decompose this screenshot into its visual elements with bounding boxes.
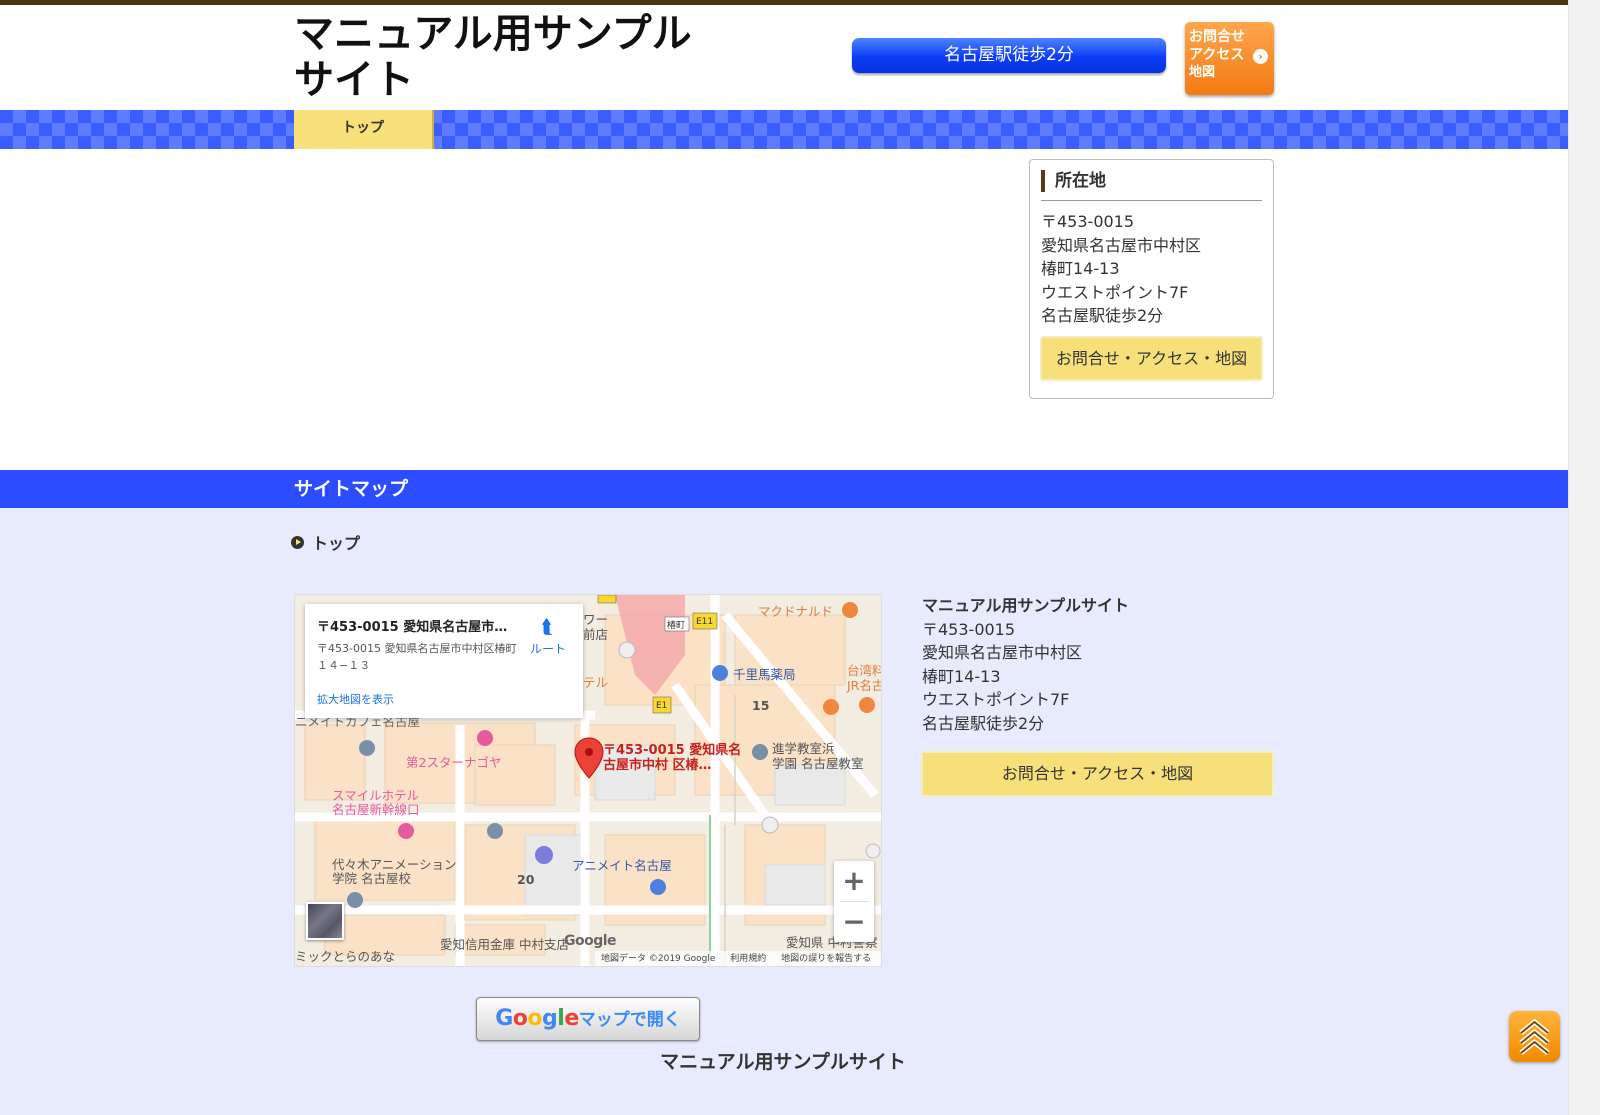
sidebar-building: ウエストポイント7F: [1041, 282, 1189, 302]
map-label-school2: 学園 名古屋教室: [772, 756, 864, 771]
footer-building: ウエストポイント7F: [922, 690, 1070, 709]
google-wordmark: Google: [495, 1006, 579, 1031]
page-top-button[interactable]: [1509, 1011, 1560, 1062]
map-label-animate: アニメイト名古屋: [572, 858, 672, 873]
double-chevron-up-icon: [1519, 1019, 1550, 1055]
sidebar-contact-button[interactable]: お問合せ・アクセス・地図: [1040, 336, 1263, 381]
sidebar-address-line1: 愛知県名古屋市中村区: [1041, 235, 1202, 255]
map-report-link[interactable]: 地図の誤りを報告する: [781, 954, 871, 964]
map-larger-link[interactable]: 拡大地図を表示: [317, 691, 394, 707]
map-label-pharmacy: 千里馬薬局: [733, 667, 796, 682]
google-logo: Google: [564, 933, 617, 949]
contact-button-line1: お問合せ: [1189, 29, 1245, 45]
map-label-station: 椿町: [667, 621, 686, 631]
sidebar-heading: 所在地: [1041, 170, 1262, 192]
footer-access: 名古屋駅徒歩2分: [922, 713, 1045, 733]
zoom-in-button[interactable]: +: [834, 861, 874, 901]
sitemap-link-label: トップ: [312, 534, 361, 553]
map-label-yoyogi2: 学院 名古屋校: [332, 871, 411, 886]
sidebar-address-line2: 椿町14-13: [1041, 259, 1120, 278]
footer-area: トップ マクドナルド 千里馬薬局 台湾料 JR名古 ニメイトカフェ名古屋 第2ス…: [0, 508, 1600, 1115]
map-label-school: 進学教室浜: [772, 741, 835, 756]
map-zoom-control: + −: [834, 861, 874, 942]
map-card-address: 〒453-0015 愛知県名古屋市中村区椿町１４−１３: [317, 642, 517, 672]
chevron-right-circle-icon: ›: [1253, 49, 1268, 64]
map-route-link[interactable]: ルート: [530, 640, 566, 657]
footer-company-name: マニュアル用サンプルサイト: [922, 596, 1130, 615]
map-card-title: 〒453-0015 愛知県名古屋市中…: [317, 620, 517, 635]
embedded-google-map[interactable]: マクドナルド 千里馬薬局 台湾料 JR名古 ニメイトカフェ名古屋 第2スターナゴ…: [294, 594, 882, 967]
map-label-mcdonalds: マクドナルド: [758, 604, 834, 619]
zoom-out-button[interactable]: −: [834, 902, 874, 942]
map-label-15: 15: [752, 698, 770, 713]
footer-contact-button[interactable]: お問合せ・アクセス・地図: [921, 751, 1274, 797]
map-label-star: 第2スターナゴヤ: [406, 755, 502, 770]
map-label-e1: E1: [656, 701, 668, 711]
map-pin-label: 〒453-0015 愛知県名古屋市中村 区椿…: [603, 743, 742, 773]
play-circle-icon: [291, 535, 304, 549]
map-label-jr: JR名古: [847, 678, 882, 693]
map-label-bank: 愛知信用金庫 中村支店: [440, 937, 569, 952]
map-label-shop2: ワー: [583, 612, 609, 627]
map-label-shop3: 前店: [583, 627, 609, 642]
footer-postal: 〒453-0015: [922, 619, 1016, 639]
sidebar-access: 名古屋駅徒歩2分: [1041, 306, 1164, 325]
satellite-toggle[interactable]: [306, 902, 344, 940]
footer-site-name[interactable]: マニュアル用サンプルサイト: [0, 1047, 1566, 1074]
footer-address-line1: 愛知県名古屋市中村区: [922, 643, 1083, 662]
map-label-smile1: スマイルホテル: [332, 788, 420, 803]
map-label-smile2: 名古屋新幹線口: [332, 802, 420, 817]
map-label-shop: ミックとらのあな: [295, 949, 396, 964]
directions-icon[interactable]: ⮬: [537, 616, 557, 636]
nav-item-top[interactable]: トップ: [294, 110, 434, 149]
map-label-20: 20: [517, 872, 535, 887]
map-attribution: 地図データ ©2019 Google 利用規約 地図の誤りを報告する: [595, 951, 881, 966]
map-label-yoyogi1: 代々木アニメーション: [332, 857, 457, 872]
sidebar-divider: [1041, 200, 1262, 201]
contact-button-line3: 地図: [1189, 65, 1216, 80]
site-header: マニュアル用サンプルサイト 名古屋駅徒歩2分 お問合せ アクセス 地図 ›: [0, 5, 1600, 110]
footer-address-line2: 椿町14-13: [922, 666, 1001, 686]
map-label-e11: E11: [696, 617, 714, 627]
sidebar-postal: 〒453-0015: [1041, 212, 1135, 231]
map-data-credit: 地図データ ©2019 Google: [601, 954, 716, 964]
map-label-hotel: テル: [583, 675, 609, 690]
open-google-maps-label: マップで開く: [578, 1010, 681, 1030]
contact-access-map-button[interactable]: お問合せ アクセス 地図 ›: [1185, 22, 1274, 95]
sitemap-link-top[interactable]: トップ: [291, 530, 360, 554]
map-info-card: 〒453-0015 愛知県名古屋市中… 〒453-0015 愛知県名古屋市中村区…: [305, 604, 583, 718]
global-nav: トップ: [0, 110, 1600, 149]
location-sidebar: 所在地 〒453-0015 愛知県名古屋市中村区 椿町14-13 ウエストポイン…: [1029, 159, 1274, 399]
sidebar-address: 〒453-0015 愛知県名古屋市中村区 椿町14-13 ウエストポイント7F …: [1041, 210, 1201, 328]
page-scrollbar[interactable]: [1568, 0, 1600, 1115]
site-title[interactable]: マニュアル用サンプルサイト: [294, 11, 714, 103]
sitemap-header-band: サイトマップ: [0, 470, 1600, 508]
open-google-maps-button[interactable]: Googleマップで開く: [476, 997, 700, 1041]
map-terms-link[interactable]: 利用規約: [730, 954, 766, 964]
station-access-button[interactable]: 名古屋駅徒歩2分: [852, 38, 1166, 73]
sitemap-title: サイトマップ: [294, 478, 409, 500]
footer-address: マニュアル用サンプルサイト 〒453-0015 愛知県名古屋市中村区 椿町14-…: [922, 594, 1129, 735]
map-label-taiwan: 台湾料: [847, 663, 882, 678]
